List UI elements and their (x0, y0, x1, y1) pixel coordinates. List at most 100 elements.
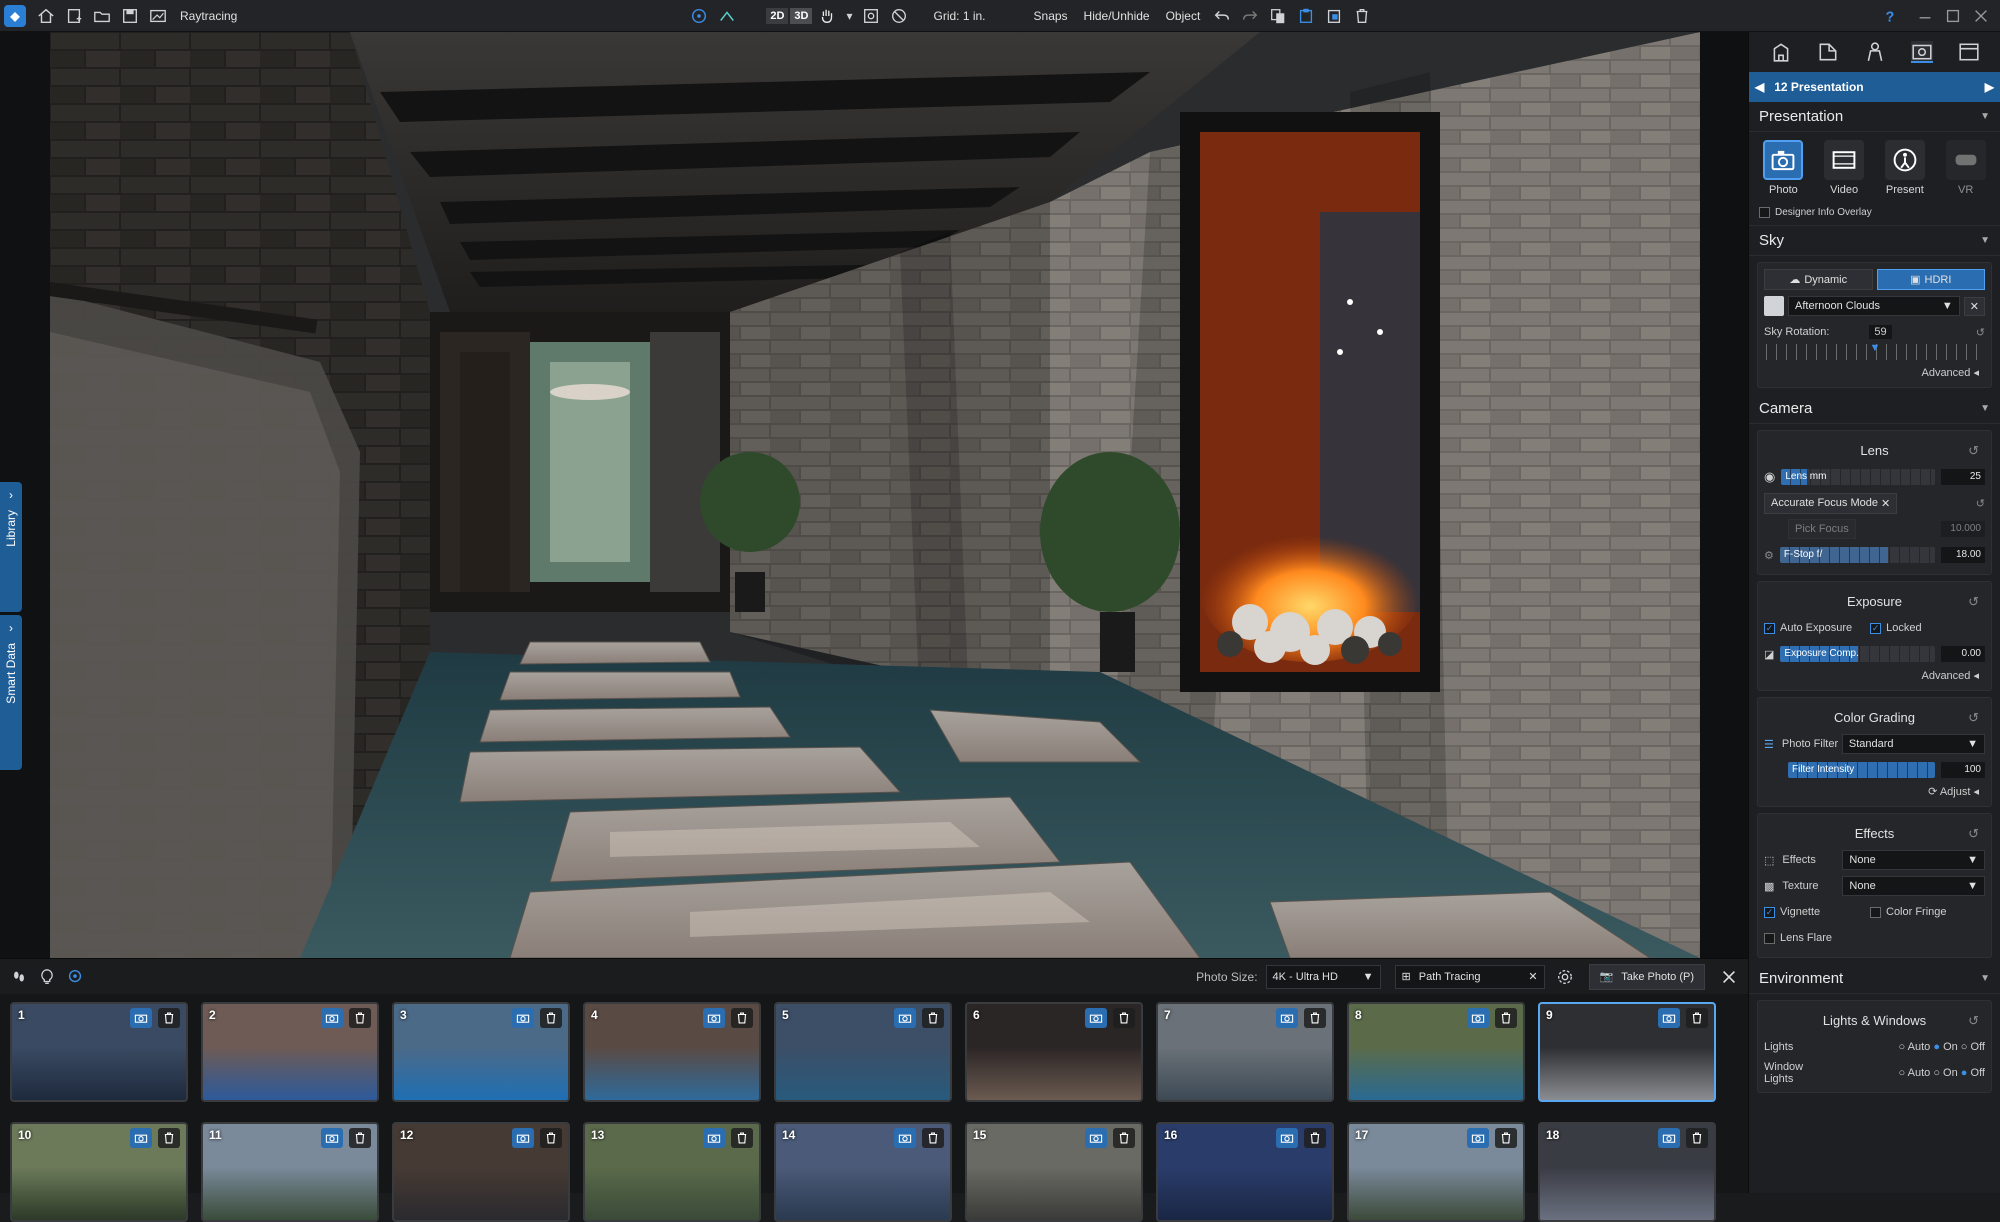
trash-icon[interactable] (1113, 1008, 1135, 1028)
banner-next-icon[interactable]: ▶ (1985, 80, 1994, 94)
clipboard-icon[interactable] (1323, 5, 1345, 27)
pick-focus-button[interactable]: Pick Focus (1788, 519, 1856, 539)
no-entry-icon[interactable] (888, 5, 910, 27)
trash-icon[interactable] (731, 1128, 753, 1148)
trash-icon[interactable] (349, 1008, 371, 1028)
camera-view-icon[interactable] (703, 1128, 725, 1148)
camera-view-icon[interactable] (512, 1008, 534, 1028)
lens-value[interactable]: 25 (1941, 469, 1985, 485)
trash-icon[interactable] (922, 1008, 944, 1028)
close-icon[interactable] (1970, 5, 1992, 27)
trash-icon[interactable] (1686, 1128, 1708, 1148)
photo-filter-select[interactable]: Standard ▼ (1841, 734, 1985, 754)
hdri-sky-button[interactable]: ▣ HDRI (1876, 269, 1985, 290)
adjust-toggle[interactable]: ⟳ Adjust ◂ (1764, 783, 1985, 800)
app-logo-icon[interactable]: ◆ (4, 4, 26, 27)
lights-on-option[interactable]: On (1943, 1041, 1958, 1053)
photo-thumbnail[interactable]: 3 (392, 1002, 570, 1102)
camera-view-icon[interactable] (1085, 1008, 1107, 1028)
dynamic-sky-button[interactable]: ☁ Dynamic (1764, 269, 1873, 290)
trash-icon[interactable] (1686, 1008, 1708, 1028)
camera-view-icon[interactable] (321, 1128, 343, 1148)
chevron-down-icon[interactable]: ▾ (844, 5, 854, 27)
open-folder-icon[interactable] (91, 5, 113, 27)
collapse-caret-icon[interactable]: ▼ (1980, 403, 1990, 414)
minimize-icon[interactable] (1914, 5, 1936, 27)
texture-select[interactable]: None ▼ (1842, 876, 1985, 896)
camera-view-icon[interactable] (894, 1008, 916, 1028)
exposure-advanced-toggle[interactable]: Advanced ◂ (1764, 667, 1985, 684)
camera-view-icon[interactable] (703, 1008, 725, 1028)
library-tab[interactable]: › Library (0, 482, 22, 612)
color-fringe-checkbox[interactable] (1870, 906, 1881, 918)
undo-icon[interactable] (1211, 5, 1233, 27)
reset-icon[interactable]: ↺ (1968, 594, 1979, 610)
photo-thumbnail[interactable]: 10 (10, 1122, 188, 1222)
sky-section-header[interactable]: Sky ▼ (1749, 226, 2000, 256)
lens-slider[interactable]: Lens mm (1781, 469, 1935, 485)
presentation-section-header[interactable]: Presentation ▼ (1749, 102, 2000, 132)
photo-thumbnail[interactable]: 12 (392, 1122, 570, 1222)
measure-icon[interactable] (716, 5, 738, 27)
settings-gear-icon[interactable] (1554, 966, 1576, 988)
fstop-slider[interactable]: F-Stop f/ (1779, 547, 1935, 563)
hide-unhide-button[interactable]: Hide/Unhide (1084, 9, 1150, 23)
trash-icon[interactable] (1304, 1008, 1326, 1028)
delete-icon[interactable] (1351, 5, 1373, 27)
trash-icon[interactable] (1304, 1128, 1326, 1148)
camera-view-icon[interactable] (130, 1128, 152, 1148)
footprints-icon[interactable] (8, 966, 30, 988)
person-tab-icon[interactable] (1864, 41, 1886, 63)
collapse-caret-icon[interactable]: ▼ (1980, 235, 1990, 246)
raytracing-icon[interactable] (147, 5, 169, 27)
environment-section-header[interactable]: Environment ▼ (1749, 964, 2000, 994)
photo-thumbnail[interactable]: 14 (774, 1122, 952, 1222)
camera-tab-icon[interactable] (1910, 41, 1933, 63)
photo-thumbnail[interactable]: 4 (583, 1002, 761, 1102)
pan-hand-icon[interactable] (816, 5, 838, 27)
locked-checkbox[interactable]: ✓ (1870, 622, 1882, 634)
camera-view-icon[interactable] (1467, 1128, 1489, 1148)
auto-exposure-checkbox[interactable]: ✓ (1764, 622, 1775, 634)
photo-thumbnail[interactable]: 2 (201, 1002, 379, 1102)
designer-overlay-row[interactable]: Designer Info Overlay (1749, 200, 2000, 226)
photo-size-select[interactable]: 4K - Ultra HD ▼ (1265, 964, 1381, 989)
photo-thumbnail[interactable]: 6 (965, 1002, 1143, 1102)
reset-icon[interactable]: ↺ (1976, 497, 1985, 510)
photo-thumbnail[interactable]: 8 (1347, 1002, 1525, 1102)
camera-section-header[interactable]: Camera ▼ (1749, 394, 2000, 424)
trash-icon[interactable] (731, 1008, 753, 1028)
building-tab-icon[interactable] (1770, 41, 1792, 63)
photo-thumbnail[interactable]: 9 (1538, 1002, 1716, 1102)
new-plan-icon[interactable] (63, 5, 85, 27)
paste-icon[interactable] (1295, 5, 1317, 27)
reset-icon[interactable]: ↺ (1968, 443, 1979, 459)
reset-icon[interactable]: ↺ (1976, 326, 1985, 339)
materials-tab-icon[interactable] (1817, 41, 1839, 63)
lens-flare-checkbox[interactable] (1764, 932, 1775, 944)
camera-view-icon[interactable] (1467, 1008, 1489, 1028)
close-bar-icon[interactable] (1718, 966, 1740, 988)
camera-view-icon[interactable] (512, 1128, 534, 1148)
video-mode-button[interactable]: Video (1818, 140, 1870, 196)
trash-icon[interactable] (158, 1128, 180, 1148)
trash-icon[interactable] (922, 1128, 944, 1148)
photo-thumbnail[interactable]: 13 (583, 1122, 761, 1222)
lights-auto-option[interactable]: Auto (1908, 1041, 1931, 1053)
copy-icon[interactable] (1267, 5, 1289, 27)
vr-mode-button[interactable]: VR (1940, 140, 1992, 196)
camera-view-icon[interactable] (1658, 1008, 1680, 1028)
filter-intensity-slider[interactable]: Filter Intensity (1788, 762, 1935, 778)
save-icon[interactable] (119, 5, 141, 27)
photo-thumbnail[interactable]: 11 (201, 1122, 379, 1222)
3d-viewport[interactable] (50, 32, 1700, 958)
layer-display-icon[interactable] (688, 5, 710, 27)
camera-view-icon[interactable] (894, 1128, 916, 1148)
maximize-icon[interactable] (1942, 5, 1964, 27)
hdri-select[interactable]: Afternoon Clouds ▼ (1788, 296, 1960, 316)
redo-icon[interactable] (1239, 5, 1261, 27)
camera-view-icon[interactable] (130, 1008, 152, 1028)
photo-thumbnail[interactable]: 7 (1156, 1002, 1334, 1102)
designer-overlay-checkbox[interactable] (1759, 207, 1770, 218)
sky-advanced-toggle[interactable]: Advanced ◂ (1764, 364, 1985, 381)
